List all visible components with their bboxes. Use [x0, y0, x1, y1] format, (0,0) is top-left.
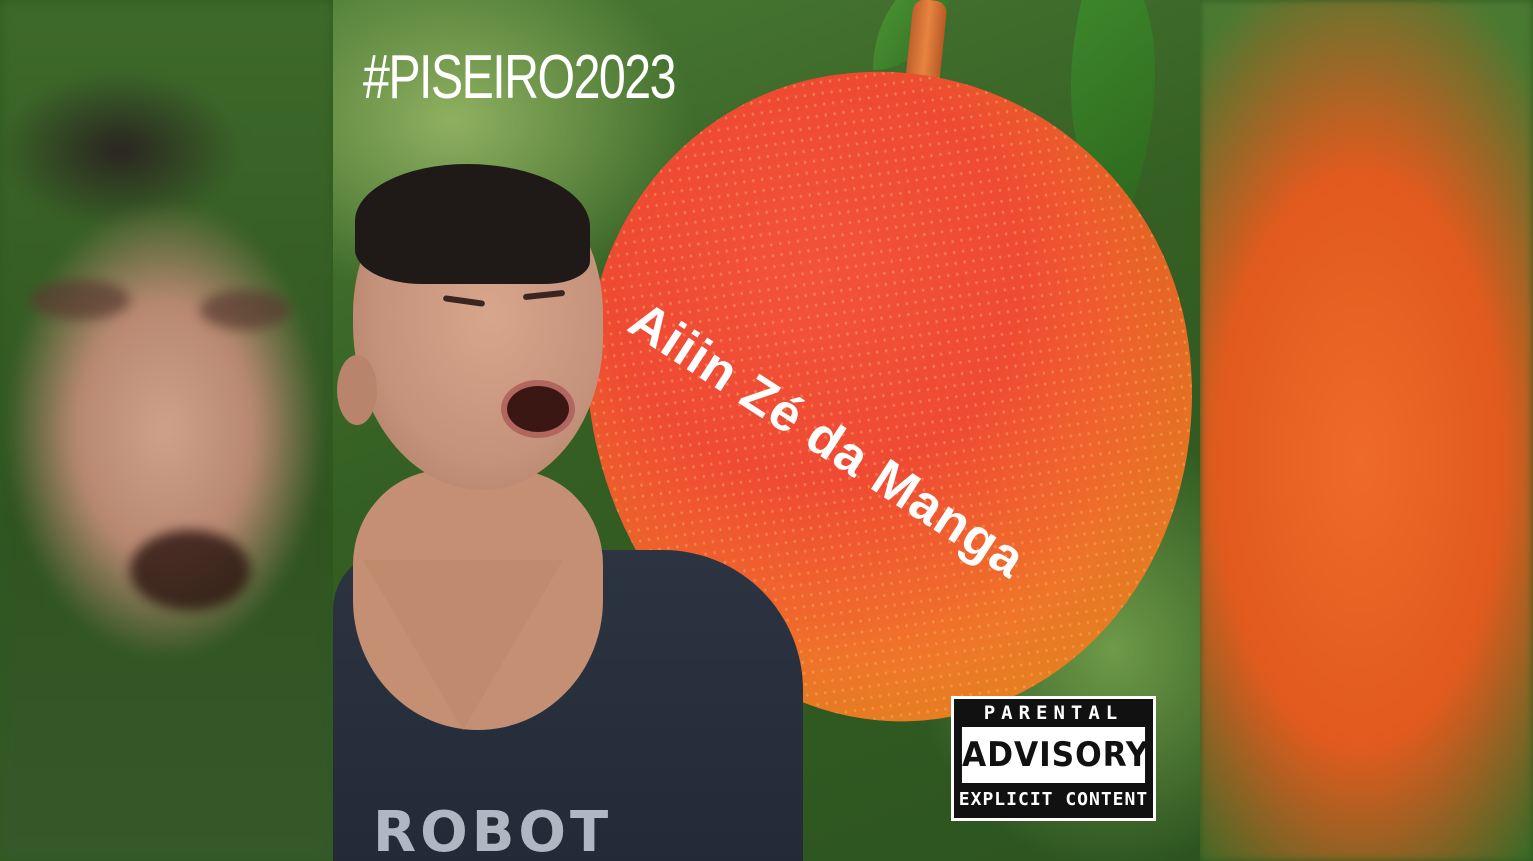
parental-advisory-label: PARENTAL ADVISORY EXPLICIT CONTENT — [951, 696, 1156, 821]
album-cover: #PISEIRO2023 ROBOT Aiiin Zé da Manga PAR… — [333, 0, 1200, 861]
hashtag-text: #PISEIRO2023 — [363, 43, 676, 112]
shirt-text: ROBOT — [373, 800, 613, 861]
advisory-top-text: PARENTAL — [983, 702, 1124, 724]
advisory-bottom-text: EXPLICIT CONTENT — [958, 789, 1149, 810]
blurred-background-right — [1200, 0, 1533, 861]
blurred-background-left — [0, 0, 333, 861]
advisory-middle-text: ADVISORY — [961, 727, 1149, 783]
person-image: ROBOT — [333, 164, 813, 861]
